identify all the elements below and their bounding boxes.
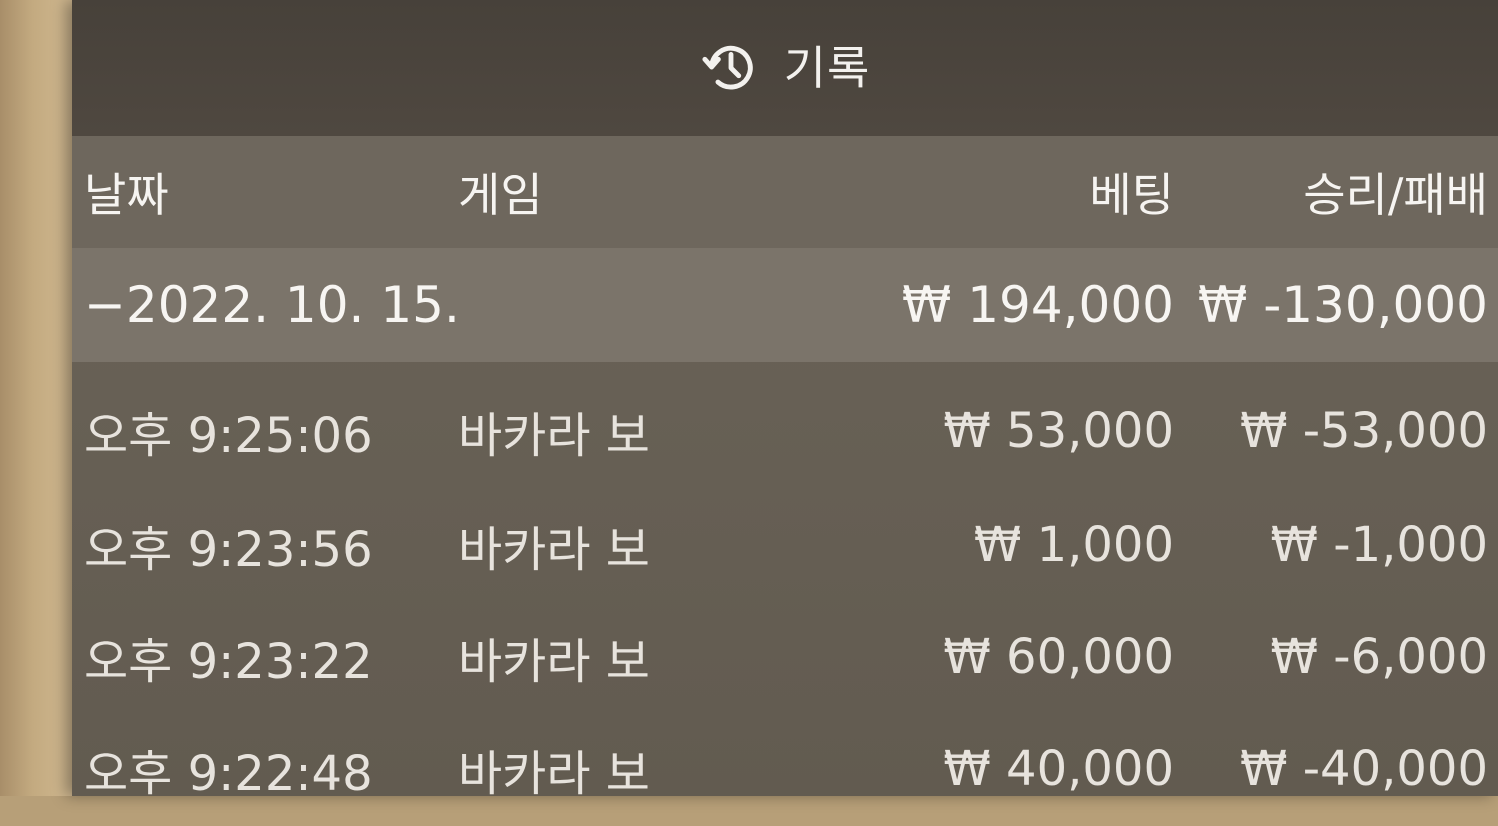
row-time: 오후 9:23:22: [84, 634, 373, 690]
table-row[interactable]: 오후 9:25:06 바카라 보 ₩ 53,000 ₩ -53,000: [72, 374, 1498, 488]
row-win-loss: ₩ -53,000: [1240, 403, 1488, 459]
column-header-win-loss[interactable]: 승리/패배: [1303, 136, 1488, 248]
table-header: 날짜 게임 베팅 승리/패배: [72, 136, 1498, 248]
table-row[interactable]: 오후 9:23:56 바카라 보 ₩ 1,000 ₩ -1,000: [72, 488, 1498, 602]
row-game: 바카라 보: [458, 408, 650, 464]
date-group-win-loss-total: ₩ -130,000: [1197, 276, 1488, 334]
table-row[interactable]: 오후 9:22:48 바카라 보 ₩ 40,000 ₩ -40,000: [72, 712, 1498, 826]
row-time: 오후 9:25:06: [84, 408, 373, 464]
row-game: 바카라 보: [458, 634, 650, 690]
row-win-loss: ₩ -40,000: [1240, 741, 1488, 797]
page-title: 기록: [783, 41, 871, 95]
row-bet: ₩ 60,000: [943, 629, 1174, 685]
background-left-edge: [0, 0, 72, 796]
column-header-bet[interactable]: 베팅: [1089, 136, 1174, 248]
row-win-loss: ₩ -6,000: [1270, 629, 1488, 685]
row-bet: ₩ 53,000: [943, 403, 1174, 459]
row-win-loss: ₩ -1,000: [1270, 517, 1488, 573]
column-header-date[interactable]: 날짜: [84, 136, 169, 248]
column-header-game[interactable]: 게임: [458, 136, 543, 248]
row-time: 오후 9:23:56: [84, 522, 373, 578]
row-game: 바카라 보: [458, 522, 650, 578]
header-title-group: 기록: [72, 36, 1498, 100]
date-group-bet-total: ₩ 194,000: [901, 276, 1174, 334]
row-bet: ₩ 40,000: [943, 741, 1174, 797]
history-panel: 기록 날짜 게임 베팅 승리/패배 −2022. 10. 15. ₩ 194,0…: [72, 0, 1498, 802]
row-time: 오후 9:22:48: [84, 746, 373, 802]
row-bet: ₩ 1,000: [973, 517, 1174, 573]
history-header: 기록: [72, 0, 1498, 136]
history-clock-icon: [702, 45, 753, 90]
row-game: 바카라 보: [458, 746, 650, 802]
date-group-label[interactable]: −2022. 10. 15.: [84, 248, 460, 362]
date-group-row[interactable]: −2022. 10. 15. ₩ 194,000 ₩ -130,000: [72, 248, 1498, 362]
table-row[interactable]: 오후 9:23:22 바카라 보 ₩ 60,000 ₩ -6,000: [72, 600, 1498, 714]
